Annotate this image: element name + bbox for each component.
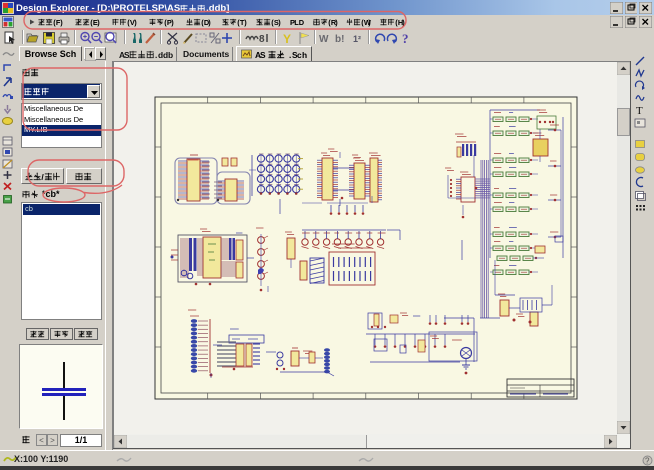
svg-text:): ) <box>97 18 100 27</box>
svg-text:W: W <box>319 34 329 45</box>
svg-text:): ) <box>278 18 281 27</box>
svg-text:b: b <box>168 49 173 59</box>
svg-text:): ) <box>171 18 174 27</box>
svg-text:S: S <box>260 49 266 59</box>
svg-text:T: T <box>636 105 643 117</box>
svg-text:): ) <box>402 18 405 27</box>
svg-text:/: / <box>41 171 44 181</box>
svg-text:?: ? <box>645 457 650 466</box>
svg-text:.: . <box>289 49 291 59</box>
svg-text:8: 8 <box>259 34 265 45</box>
svg-text:h: h <box>302 49 307 59</box>
svg-text:): ) <box>134 18 137 27</box>
svg-text:): ) <box>244 18 247 27</box>
svg-text:): ) <box>208 18 211 27</box>
svg-text:.: . <box>155 49 157 59</box>
svg-text:Y: Y <box>283 32 291 45</box>
svg-text:): ) <box>60 18 63 27</box>
svg-text:?: ? <box>402 31 409 45</box>
svg-text:1²: 1² <box>353 34 361 44</box>
svg-text:D: D <box>299 18 305 27</box>
svg-text:b!: b! <box>335 34 344 45</box>
svg-text:): ) <box>335 18 338 27</box>
